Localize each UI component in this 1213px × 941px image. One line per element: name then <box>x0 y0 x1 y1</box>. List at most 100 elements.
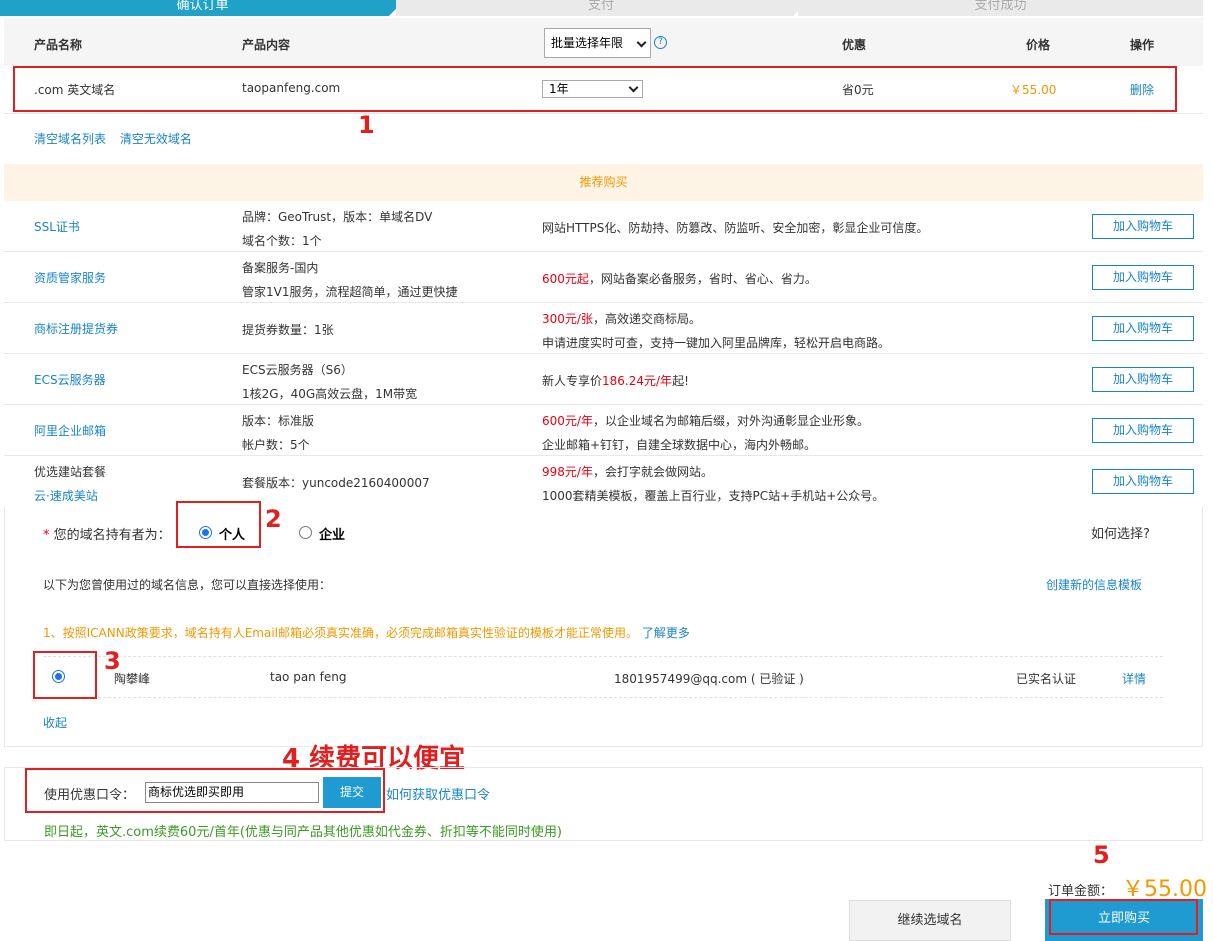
annotation-3: 3 <box>104 647 121 675</box>
recommend-item-name: 优选建站套餐 <box>34 465 107 479</box>
learn-more-link[interactable]: 了解更多 <box>642 626 690 640</box>
recommend-item-name[interactable]: SSL证书 <box>34 218 80 235</box>
desc-line: 1000套精美模板，覆盖上百行业，支持PC站+手机站+公众号。 <box>542 489 885 503</box>
order-table-header: 产品名称 产品内容 批量选择年限 ? 优惠 价格 操作 <box>4 18 1203 66</box>
spec-line: 备案服务-国内 <box>242 261 319 275</box>
continue-select-domain-button[interactable]: 继续选域名 <box>849 900 1011 941</box>
recommend-row: SSL证书 品牌：GeoTrust，版本：单域名DV 域名个数：1个 网站HTT… <box>4 201 1203 252</box>
desc-line: 企业邮箱+钉钉，自建全球数据中心，海内外畅邮。 <box>542 438 817 452</box>
owner-radio-company[interactable] <box>299 526 312 539</box>
recommend-item-desc: 新人专享价186.24元/年起! <box>542 369 689 393</box>
desc-price: 300元/张 <box>542 312 593 326</box>
add-to-cart-button[interactable]: 加入购物车 <box>1092 265 1194 290</box>
template-row[interactable]: 陶攀峰 tao pan feng 1801957499@qq.com ( 已验证… <box>43 656 1163 698</box>
owner-label: * 您的域名持有者为： <box>43 524 171 543</box>
icann-notice-text: 1、按照ICANN政策要求，域名持有人Email邮箱必须真实准确，必须完成邮箱真… <box>43 626 639 640</box>
recommend-row: 阿里企业邮箱 版本：标准版 帐户数：5个 600元/年，以企业域名为邮箱后缀，对… <box>4 405 1203 456</box>
clear-links: 清空域名列表 清空无效域名 <box>34 130 202 147</box>
spec-line: 品牌：GeoTrust，版本：单域名DV <box>242 210 433 224</box>
desc-price: 998元/年 <box>542 465 593 479</box>
recommend-item-spec: 套餐版本：yuncode2160400007 <box>242 471 430 495</box>
annotation-2: 2 <box>265 505 282 533</box>
recommend-row: 优选建站套餐 云·速成美站 套餐版本：yuncode2160400007 998… <box>4 456 1203 507</box>
header-product-name: 产品名称 <box>34 38 83 52</box>
add-to-cart-button[interactable]: 加入购物车 <box>1092 214 1194 239</box>
header-action: 操作 <box>1130 38 1155 52</box>
recommend-item-desc: 998元/年，会打字就会做网站。 1000套精美模板，覆盖上百行业，支持PC站+… <box>542 460 884 508</box>
spec-line: 帐户数：5个 <box>242 438 310 452</box>
desc-line: 网站HTTPS化、防劫持、防篡改、防监听、安全加密，彰显企业可信度。 <box>542 221 929 235</box>
add-to-cart-button[interactable]: 加入购物车 <box>1092 469 1194 494</box>
recommend-row: ECS云服务器 ECS云服务器（S6） 1核2G，40G高效云盘，1M带宽 新人… <box>4 354 1203 405</box>
desc-line: 起! <box>672 374 689 388</box>
spec-line: 域名个数：1个 <box>242 234 322 248</box>
how-to-get-coupon-link[interactable]: 如何获取优惠口令 <box>386 784 490 803</box>
annotation-box-1 <box>13 66 1177 112</box>
annotation-1: 1 <box>358 111 375 139</box>
recommend-item-name[interactable]: 商标注册提货券 <box>34 320 118 337</box>
collapse-link[interactable]: 收起 <box>43 714 67 731</box>
icann-notice: 1、按照ICANN政策要求，域名持有人Email邮箱必须真实准确，必须完成邮箱真… <box>43 624 690 641</box>
step-pay-success: 支付成功 <box>798 0 1203 16</box>
recommend-item-desc: 600元起，网站备案必备服务，省时、省心、省力。 <box>542 267 817 291</box>
owner-label-text: 您的域名持有者为： <box>53 528 171 543</box>
recommend-item-name-block: 优选建站套餐 云·速成美站 <box>34 460 106 508</box>
spec-line: 提货券数量：1张 <box>242 323 334 337</box>
template-status: 已实名认证 <box>1016 672 1077 686</box>
recommend-item-desc: 网站HTTPS化、防劫持、防篡改、防监听、安全加密，彰显企业可信度。 <box>542 216 928 240</box>
recommend-item-spec: 备案服务-国内 管家1V1服务，流程超简单，通过更快捷 <box>242 256 457 304</box>
desc-price: 600元/年 <box>542 414 593 428</box>
add-to-cart-button[interactable]: 加入购物车 <box>1092 367 1194 392</box>
add-to-cart-button[interactable]: 加入购物车 <box>1092 316 1194 341</box>
template-email: 1801957499@qq.com ( 已验证 ) <box>614 672 804 686</box>
recommend-row: 资质管家服务 备案服务-国内 管家1V1服务，流程超简单，通过更快捷 600元起… <box>4 252 1203 303</box>
template-details-link[interactable]: 详情 <box>1122 670 1146 687</box>
annotation-box-3 <box>33 651 97 699</box>
renewal-promo: 即日起，英文.com续费60元/首年(优惠与同产品其他优惠如代金券、折扣等不能同… <box>44 825 562 840</box>
recommend-item-name[interactable]: ECS云服务器 <box>34 371 106 388</box>
batch-period-select-label: 批量选择年限 <box>551 36 624 50</box>
recommend-item-spec: 品牌：GeoTrust，版本：单域名DV 域名个数：1个 <box>242 205 432 253</box>
recommend-item-desc: 300元/张，高效递交商标局。 申请进度实时可查，支持一键加入阿里品牌库，轻松开… <box>542 307 890 355</box>
desc-line: ，高效递交商标局。 <box>592 312 701 326</box>
clear-domain-list-link[interactable]: 清空域名列表 <box>34 132 106 146</box>
help-icon[interactable]: ? <box>654 36 667 49</box>
spec-line: ECS云服务器（S6） <box>242 363 353 377</box>
how-to-choose[interactable]: 如何选择? <box>1091 523 1150 542</box>
used-info-text: 以下为您曾使用过的域名信息，您可以直接选择使用： <box>43 578 332 592</box>
clear-invalid-domains-link[interactable]: 清空无效域名 <box>120 132 192 146</box>
step-pay: 支付 <box>396 0 806 16</box>
recommend-item-desc: 600元/年，以企业域名为邮箱后缀，对外沟通彰显企业形象。 企业邮箱+钉钉，自建… <box>542 409 869 457</box>
header-price: 价格 <box>1026 38 1051 52</box>
spec-line: 套餐版本：yuncode2160400007 <box>242 476 430 490</box>
spec-line: 版本：标准版 <box>242 414 315 428</box>
annotation-box-5 <box>1049 899 1198 935</box>
recommend-row: 商标注册提货券 提货券数量：1张 300元/张，高效递交商标局。 申请进度实时可… <box>4 303 1203 354</box>
desc-price: 186.24元/年 <box>602 374 673 388</box>
desc-line: 新人专享价 <box>542 374 603 388</box>
desc-line: 申请进度实时可查，支持一键加入阿里品牌库，轻松开启电商路。 <box>542 336 891 350</box>
desc-price: 600元起 <box>542 272 589 286</box>
header-product-content: 产品内容 <box>242 38 291 52</box>
owner-option-company[interactable]: 企业 <box>319 524 345 543</box>
spec-line: 1核2G，40G高效云盘，1M带宽 <box>242 387 418 401</box>
recommend-title: 推荐购买 <box>4 164 1203 201</box>
desc-line: ，网站备案必备服务，省时、省心、省力。 <box>588 272 817 286</box>
batch-period-select[interactable]: 批量选择年限 <box>544 28 651 58</box>
recommend-item-spec: 提货券数量：1张 <box>242 318 334 342</box>
step-confirm-order: 确认订单 <box>0 0 405 16</box>
annotation-box-4 <box>25 768 385 813</box>
recommend-item-spec: 版本：标准版 帐户数：5个 <box>242 409 314 457</box>
add-to-cart-button[interactable]: 加入购物车 <box>1092 418 1194 443</box>
recommend-item-sublink[interactable]: 云·速成美站 <box>34 484 106 508</box>
recommend-item-spec: ECS云服务器（S6） 1核2G，40G高效云盘，1M带宽 <box>242 358 417 406</box>
desc-line: ，以企业域名为邮箱后缀，对外沟通彰显企业形象。 <box>592 414 869 428</box>
recommend-item-name[interactable]: 阿里企业邮箱 <box>34 422 106 439</box>
required-mark: * <box>43 528 50 543</box>
annotation-5: 5 <box>1093 841 1110 869</box>
order-total-label: 订单金额： <box>1048 884 1114 899</box>
header-discount: 优惠 <box>842 38 867 52</box>
create-template-link[interactable]: 创建新的信息模板 <box>1046 576 1142 593</box>
desc-line: ，会打字就会做网站。 <box>592 465 713 479</box>
recommend-item-name[interactable]: 资质管家服务 <box>34 269 106 286</box>
